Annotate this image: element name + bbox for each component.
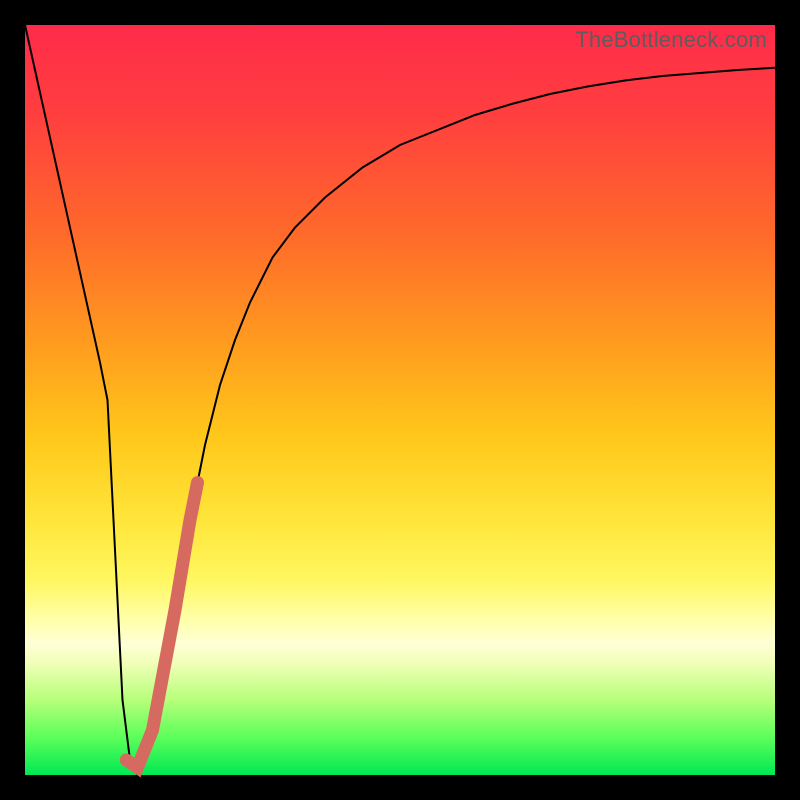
curve-layer: [25, 25, 775, 775]
chart-frame: TheBottleneck.com: [0, 0, 800, 800]
plot-area: TheBottleneck.com: [25, 25, 775, 775]
highlight-segment: [126, 483, 197, 768]
chart-svg: [25, 25, 775, 775]
highlight-layer: [126, 483, 197, 768]
watermark-text: TheBottleneck.com: [575, 27, 767, 53]
main-curve: [25, 25, 775, 775]
